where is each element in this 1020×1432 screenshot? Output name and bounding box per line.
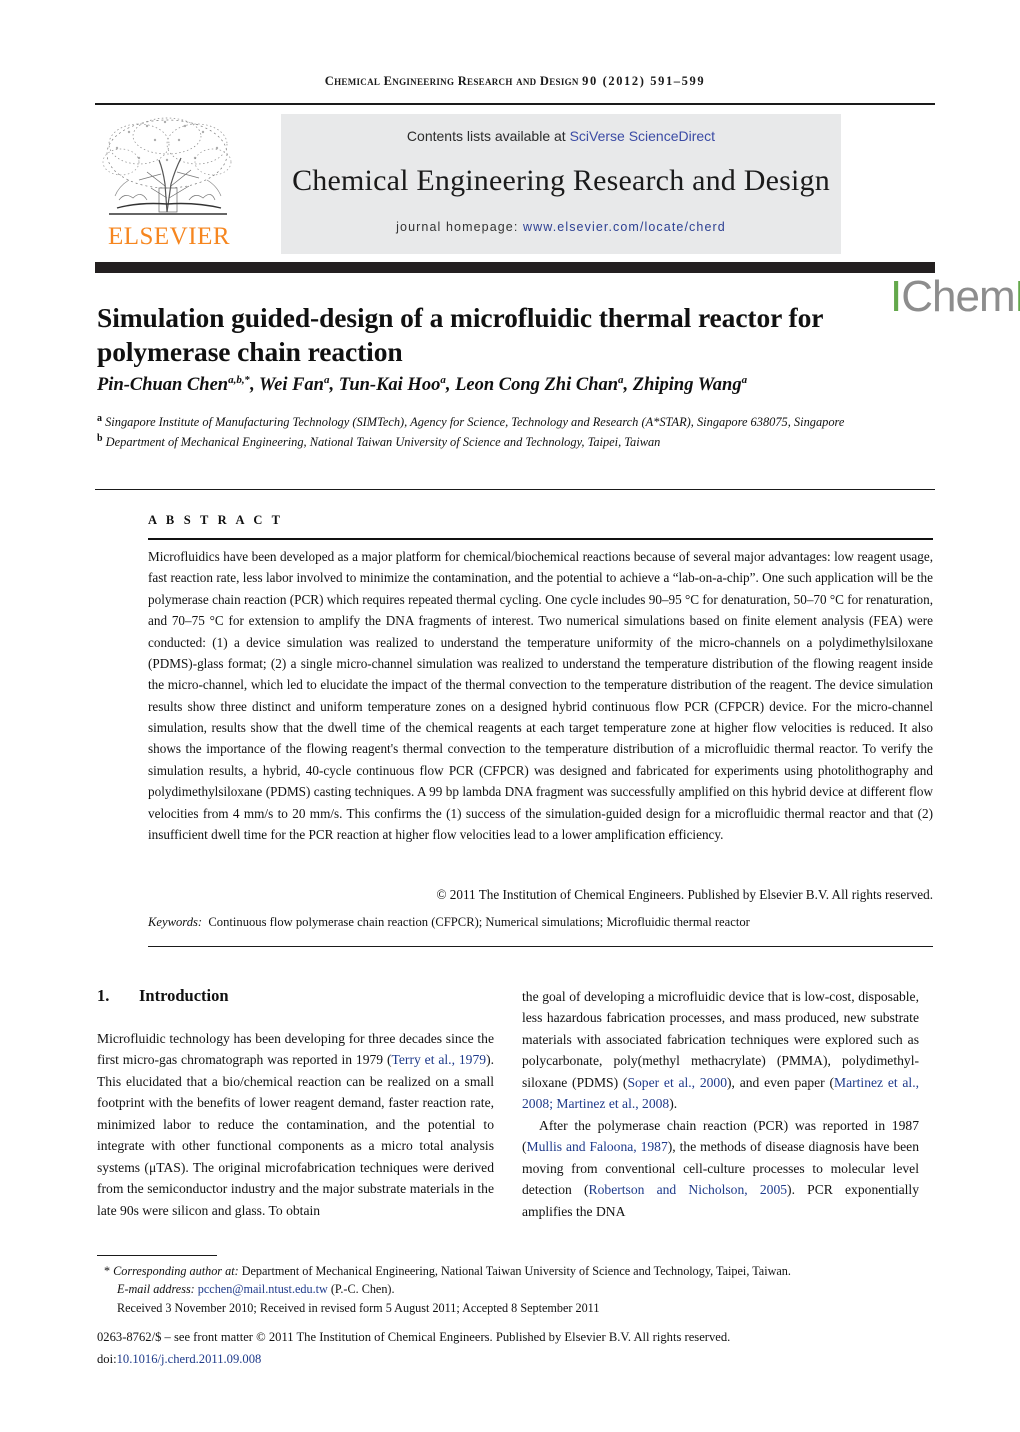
page-title: Simulation guided-design of a microfluid… [97, 302, 823, 367]
running-head-citation: 90 (2012) 591–599 [582, 74, 706, 88]
article-page: Chemical Engineering Research and Design… [0, 0, 1020, 1432]
journal-banner: Contents lists available at SciVerse Sci… [281, 114, 841, 254]
keywords-value: Continuous flow polymerase chain reactio… [208, 915, 750, 929]
journal-title: Chemical Engineering Research and Design [292, 164, 830, 197]
footnote-block: * Corresponding author at: Department of… [97, 1262, 937, 1317]
corresponding-author-text: Department of Mechanical Engineering, Na… [238, 1264, 791, 1278]
article-history: Received 3 November 2010; Received in re… [117, 1300, 600, 1315]
section-title: Introduction [139, 986, 229, 1005]
contents-available-line: Contents lists available at SciVerse Sci… [281, 128, 841, 144]
intro-paragraph-1: Microfluidic technology has been develop… [97, 1030, 494, 1218]
journal-homepage-line: journal homepage: www.elsevier.com/locat… [281, 220, 841, 234]
section-number: 1. [97, 986, 110, 1005]
running-head: Chemical Engineering Research and Design… [95, 74, 935, 89]
contents-prefix: Contents lists available at [406, 128, 570, 144]
corresponding-author-note: * Corresponding author at: Department of… [97, 1262, 937, 1280]
icheme-logo-e: E [1015, 272, 1020, 321]
running-head-journal: Chemical Engineering Research and Design [324, 74, 579, 88]
abstract-top-divider [95, 489, 935, 491]
elsevier-wordmark: ELSEVIER [107, 223, 231, 250]
body-column-right: the goal of developing a microfluidic de… [522, 986, 919, 1222]
abstract-label-divider [148, 538, 933, 540]
affiliations: a Singapore Institute of Manufacturing T… [97, 412, 925, 451]
journal-homepage-link[interactable]: www.elsevier.com/locate/cherd [523, 220, 726, 234]
email-label: E-mail address: [117, 1282, 195, 1297]
elsevier-logo: ELSEVIER [95, 112, 243, 257]
email-suffix: (P.-C. Chen). [327, 1282, 395, 1297]
keywords-label: Keywords: [148, 915, 203, 929]
doi-line: doi:10.1016/j.cherd.2011.09.008 [97, 1352, 937, 1367]
affiliation-a: a Singapore Institute of Manufacturing T… [97, 413, 845, 430]
corresponding-star-icon: * [104, 1264, 111, 1278]
journal-masthead: ELSEVIER Contents lists available at Sci… [95, 112, 1020, 319]
doi-link[interactable]: 10.1016/j.cherd.2011.09.008 [117, 1352, 262, 1366]
corresponding-author-label: Corresponding author at: [113, 1264, 239, 1278]
footnote-divider [97, 1255, 217, 1257]
author-list: Pin-Chuan Chena,b,*, Wei Fana, Tun-Kai H… [97, 374, 748, 396]
intro-paragraph-1-cont: the goal of developing a microfluidic de… [522, 989, 919, 1112]
abstract-copyright: © 2011 The Institution of Chemical Engin… [436, 887, 933, 902]
affiliation-a-text: Singapore Institute of Manufacturing Tec… [105, 415, 845, 430]
abstract-text: Microfluidics have been developed as a m… [148, 549, 933, 842]
masthead-black-bar [95, 262, 935, 273]
body-column-left: 1. Introduction Microfluidic technology h… [97, 986, 494, 1221]
sciencedirect-link[interactable]: SciVerse ScienceDirect [570, 128, 716, 144]
abstract-label: A B S T R A C T [148, 513, 284, 527]
email-note: E-mail address: pcchen@mail.ntust.edu.tw… [97, 1280, 937, 1298]
elsevier-tree-icon [99, 114, 237, 222]
section-heading-introduction: 1. Introduction [97, 986, 494, 1006]
homepage-prefix: journal homepage: [396, 220, 523, 234]
keywords: Keywords: Continuous flow polymerase cha… [148, 915, 933, 930]
affiliation-b-text: Department of Mechanical Engineering, Na… [105, 434, 661, 449]
abstract-bottom-divider [148, 946, 933, 948]
issn-copyright-line: 0263-8762/$ – see front matter © 2011 Th… [97, 1330, 731, 1344]
icheme-logo: IChemE [890, 275, 1020, 319]
icheme-logo-chem: Chem [901, 272, 1015, 321]
doi-label: doi: [97, 1352, 117, 1366]
intro-paragraph-2: After the polymerase chain reaction (PCR… [522, 1117, 920, 1219]
header-divider [95, 103, 935, 105]
affiliation-b: b Department of Mechanical Engineering, … [97, 432, 661, 449]
email-link[interactable]: pcchen@mail.ntust.edu.tw [198, 1282, 328, 1296]
